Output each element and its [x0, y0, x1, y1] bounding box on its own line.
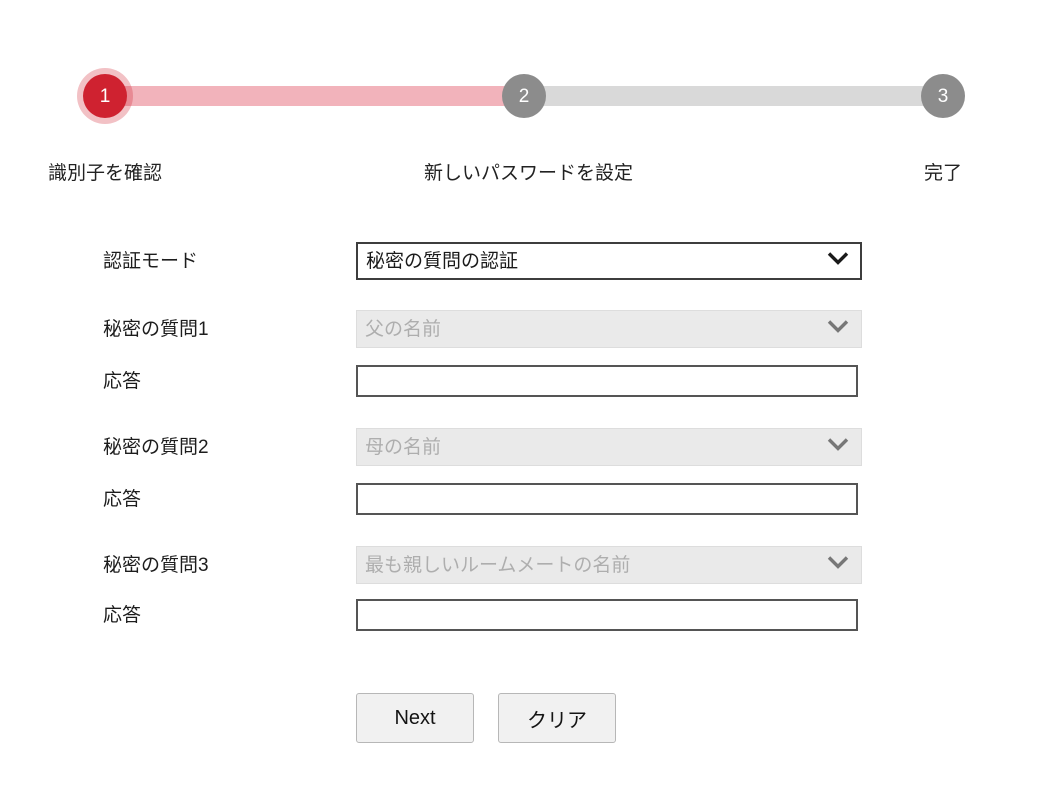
answer-3-label: 応答	[103, 605, 142, 626]
question-2-control: 母の名前	[356, 428, 862, 466]
row-answer-3: 応答	[0, 596, 1063, 636]
question-3-control: 最も親しいルームメートの名前	[356, 546, 862, 584]
clear-button[interactable]: クリア	[498, 693, 616, 743]
wizard-stepper: 1 2 3 識別子を確認 新しいパスワードを設定 完了	[0, 0, 1063, 200]
stepper-node-3-number: 3	[937, 85, 949, 107]
question-1-label: 秘密の質問1	[103, 319, 209, 340]
row-question-3: 秘密の質問3 最も親しいルームメートの名前	[0, 546, 1063, 586]
stepper-node-1[interactable]: 1	[83, 74, 127, 118]
question-1-select[interactable]: 父の名前	[356, 310, 862, 348]
stepper-node-1-number: 1	[99, 85, 111, 107]
row-question-1: 秘密の質問1 父の名前	[0, 310, 1063, 350]
answer-2-input[interactable]	[356, 483, 858, 515]
answer-2-label: 応答	[103, 489, 142, 510]
question-3-label: 秘密の質問3	[103, 555, 209, 576]
form-actions: Next クリア	[356, 693, 616, 743]
answer-1-input[interactable]	[356, 365, 858, 397]
answer-1-label: 応答	[103, 371, 142, 392]
next-button[interactable]: Next	[356, 693, 474, 743]
stepper-track-1-2	[105, 86, 525, 106]
answer-2-control	[356, 483, 858, 515]
row-answer-2: 応答	[0, 480, 1063, 520]
stepper-node-2[interactable]: 2	[502, 74, 546, 118]
answer-3-control	[356, 599, 858, 631]
answer-1-control	[356, 365, 858, 397]
row-question-2: 秘密の質問2 母の名前	[0, 428, 1063, 468]
auth-mode-control: 秘密の質問の認証	[356, 242, 862, 280]
stepper-node-3[interactable]: 3	[921, 74, 965, 118]
auth-mode-select[interactable]: 秘密の質問の認証	[356, 242, 862, 280]
stepper-label-3: 完了	[923, 163, 962, 184]
stepper-track-2-3	[524, 86, 944, 106]
stepper-node-2-number: 2	[518, 85, 530, 107]
question-1-control: 父の名前	[356, 310, 862, 348]
auth-mode-label: 認証モード	[103, 251, 199, 272]
row-answer-1: 応答	[0, 362, 1063, 402]
answer-3-input[interactable]	[356, 599, 858, 631]
question-2-label: 秘密の質問2	[103, 437, 209, 458]
stepper-label-2: 新しいパスワードを設定	[424, 163, 634, 184]
question-3-select[interactable]: 最も親しいルームメートの名前	[356, 546, 862, 584]
stepper-label-1: 識別子を確認	[47, 163, 162, 184]
row-auth-mode: 認証モード 秘密の質問の認証	[0, 242, 1063, 282]
question-2-select[interactable]: 母の名前	[356, 428, 862, 466]
